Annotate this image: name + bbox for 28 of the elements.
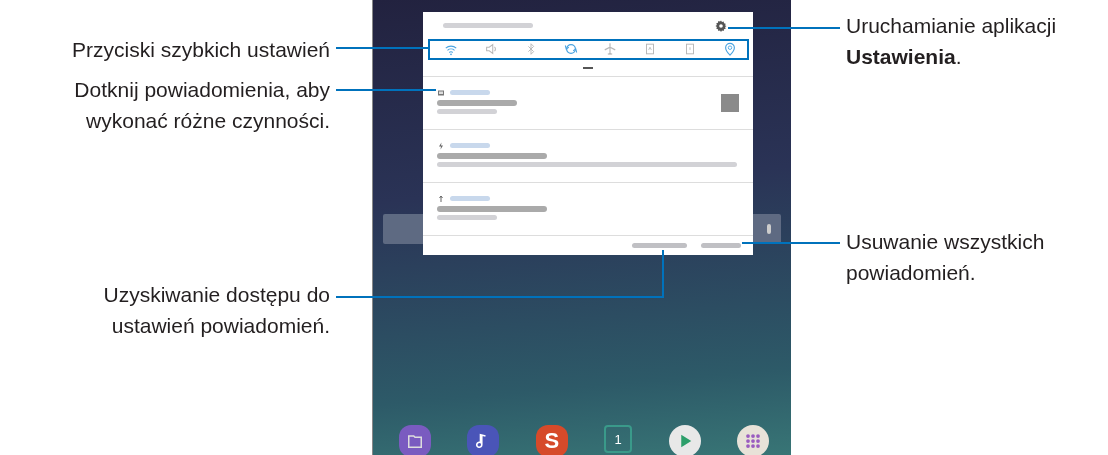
callout-text: Dotknij powiadomienia, aby wykonać różne czynności. bbox=[74, 77, 330, 134]
location-pin-icon[interactable] bbox=[722, 42, 737, 57]
blurred-button[interactable] bbox=[632, 242, 687, 248]
drag-handle[interactable] bbox=[583, 66, 593, 69]
app-icon bbox=[437, 141, 445, 150]
blurred-text bbox=[450, 196, 490, 201]
folder-icon[interactable] bbox=[399, 425, 431, 455]
blurred-text bbox=[437, 108, 497, 114]
callout-text: Przyciski szybkich ustawień bbox=[72, 37, 330, 63]
calendar-icon[interactable]: 1 bbox=[604, 425, 633, 453]
callout-text: Uzyskiwanie dostępu do ustawień powiadomień. bbox=[103, 282, 330, 339]
microphone-icon[interactable] bbox=[767, 224, 771, 234]
airplane-icon[interactable] bbox=[603, 42, 618, 57]
callout-text: Uruchamianie aplikacji Ustawienia. bbox=[846, 13, 1057, 70]
blurred-button[interactable] bbox=[701, 242, 741, 248]
music-note-icon[interactable] bbox=[467, 425, 500, 455]
app-icon bbox=[437, 88, 445, 97]
play-icon[interactable] bbox=[668, 425, 701, 455]
callout-text: Usuwanie wszystkich powiadomień. bbox=[846, 229, 1045, 286]
app-icon[interactable]: S bbox=[535, 425, 568, 455]
blurred-text bbox=[437, 214, 497, 220]
speaker-icon[interactable] bbox=[483, 42, 498, 57]
blurred-text bbox=[450, 90, 490, 95]
settings-icon[interactable] bbox=[715, 19, 727, 32]
app-grid-icon[interactable] bbox=[736, 425, 769, 455]
sync-icon[interactable] bbox=[563, 42, 578, 57]
blurred-text bbox=[450, 143, 490, 148]
app-icon bbox=[437, 194, 445, 203]
